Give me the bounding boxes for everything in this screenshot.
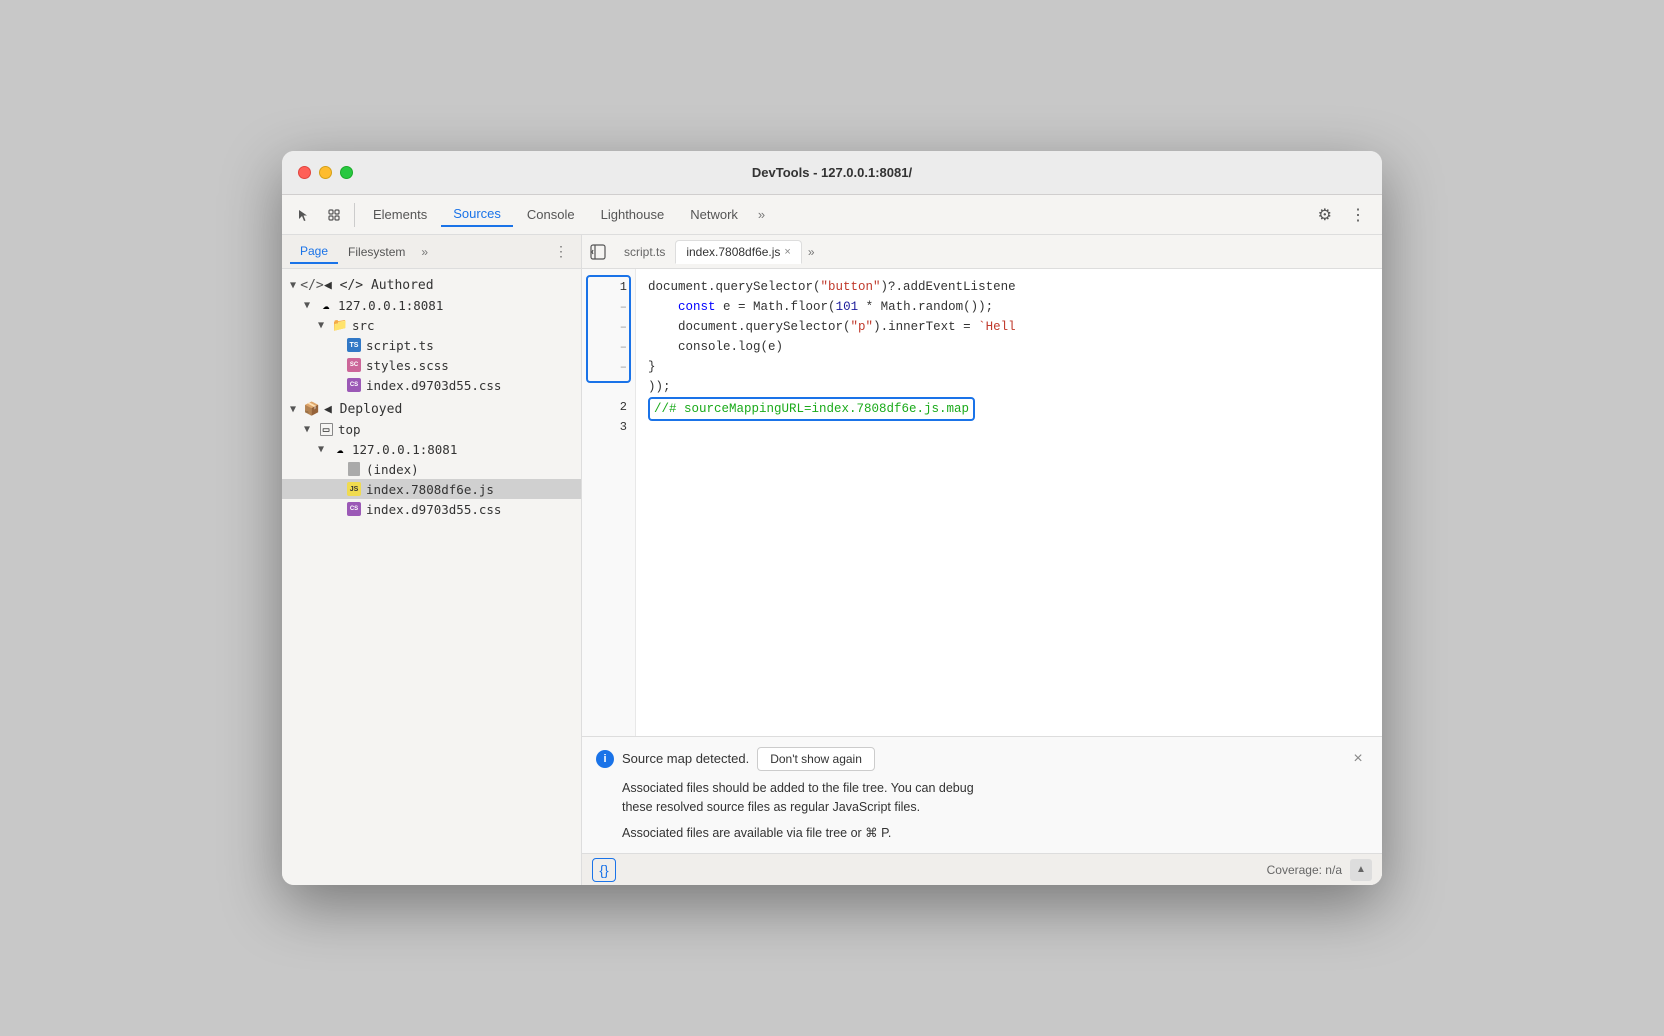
index-css-authored-label: index.d9703d55.css xyxy=(366,378,501,393)
notification-bar: i Source map detected. Don't show again … xyxy=(582,736,1382,853)
code-line-5: } xyxy=(648,357,1370,377)
notification-body-line2: these resolved source files as regular J… xyxy=(622,798,1368,817)
coverage-label: Coverage: n/a xyxy=(1267,863,1342,877)
notification-body-line1: Associated files should be added to the … xyxy=(622,779,1368,798)
dont-show-again-button[interactable]: Don't show again xyxy=(757,747,875,771)
code-line-4: console.log(e) xyxy=(648,337,1370,357)
maximize-button[interactable] xyxy=(340,166,353,179)
tab-console[interactable]: Console xyxy=(515,203,587,226)
index-html-label: (index) xyxy=(366,462,419,477)
source-map-url-line: //# sourceMappingURL=index.7808df6e.js.m… xyxy=(648,397,975,421)
code-lines: document.querySelector("button")?.addEve… xyxy=(636,269,1382,736)
inspect-icon[interactable] xyxy=(320,201,348,229)
sidebar-tab-filesystem[interactable]: Filesystem xyxy=(338,241,415,263)
file-tab-index-js-label: index.7808df6e.js xyxy=(686,245,780,259)
code-content[interactable]: 1 – – – – 2 3 document.querySelector("bu… xyxy=(582,269,1382,736)
titlebar: DevTools - 127.0.0.1:8081/ xyxy=(282,151,1382,195)
tree-item-deployed-host[interactable]: ▼ ☁ 127.0.0.1:8081 xyxy=(282,439,581,459)
tree-item-index-css-deployed[interactable]: ▶ CS index.d9703d55.css xyxy=(282,499,581,519)
bottom-bar-right: Coverage: n/a ▲ xyxy=(1267,859,1372,881)
tree-item-authored-host[interactable]: ▼ ☁ 127.0.0.1:8081 xyxy=(282,295,581,315)
settings-icon[interactable]: ⚙ xyxy=(1310,201,1340,229)
notification-close-icon[interactable]: × xyxy=(1348,749,1368,769)
code-line-3: document.querySelector("p").innerText = … xyxy=(648,317,1370,337)
file-tabs: script.ts index.7808df6e.js × » xyxy=(582,235,1382,269)
devtools-window: DevTools - 127.0.0.1:8081/ Elements Sour… xyxy=(282,151,1382,885)
line-num-2: 2 xyxy=(582,397,635,417)
toolbar-more-tabs[interactable]: » xyxy=(752,203,771,226)
bottom-bar: {} Coverage: n/a ▲ xyxy=(582,853,1382,885)
file-tabs-more[interactable]: » xyxy=(802,243,821,261)
main-layout: Page Filesystem » ⋮ ▼ </> ◀ </> Authored… xyxy=(282,235,1382,885)
file-tab-script-ts-label: script.ts xyxy=(624,245,665,259)
sidebar-tabs: Page Filesystem » ⋮ xyxy=(282,235,581,269)
deployed-label: ◀ Deployed xyxy=(324,402,402,417)
scroll-to-top-button[interactable]: ▲ xyxy=(1350,859,1372,881)
panel-toggle-icon[interactable] xyxy=(586,240,610,264)
tree-item-index-js[interactable]: ▶ JS index.7808df6e.js xyxy=(282,479,581,499)
sidebar-tree: ▼ </> ◀ </> Authored ▼ ☁ 127.0.0.1:8081 … xyxy=(282,269,581,885)
minimize-button[interactable] xyxy=(319,166,332,179)
window-title: DevTools - 127.0.0.1:8081/ xyxy=(298,165,1366,180)
tree-item-authored[interactable]: ▼ </> ◀ </> Authored xyxy=(282,275,581,295)
tree-item-deployed[interactable]: ▼ 📦 ◀ Deployed xyxy=(282,399,581,419)
top-label: top xyxy=(338,422,361,437)
file-tab-script-ts[interactable]: script.ts xyxy=(614,241,675,263)
tree-item-src[interactable]: ▼ 📁 src xyxy=(282,315,581,335)
tab-elements[interactable]: Elements xyxy=(361,203,439,226)
deployed-host-label: 127.0.0.1:8081 xyxy=(352,442,457,457)
line-num-3: 3 xyxy=(582,417,635,437)
bottom-bar-left: {} xyxy=(592,858,616,882)
code-area: 1 – – – – 2 3 document.querySelector("bu… xyxy=(582,269,1382,853)
info-icon: i xyxy=(596,750,614,768)
code-line-1: document.querySelector("button")?.addEve… xyxy=(648,277,1370,297)
toolbar-separator xyxy=(354,203,355,227)
tree-item-script-ts[interactable]: ▶ TS script.ts xyxy=(282,335,581,355)
sidebar-more-tabs[interactable]: » xyxy=(415,243,434,261)
code-line-6: )); xyxy=(648,377,1370,397)
tree-item-index-html[interactable]: ▶ (index) xyxy=(282,459,581,479)
tab-network[interactable]: Network xyxy=(678,203,750,226)
sidebar: Page Filesystem » ⋮ ▼ </> ◀ </> Authored… xyxy=(282,235,582,885)
sidebar-tab-page[interactable]: Page xyxy=(290,240,338,264)
notification-body-line3: Associated files are available via file … xyxy=(622,824,1368,843)
cursor-icon[interactable] xyxy=(290,201,318,229)
notification-body: Associated files should be added to the … xyxy=(622,779,1368,843)
tab-sources[interactable]: Sources xyxy=(441,202,513,227)
index-css-deployed-label: index.d9703d55.css xyxy=(366,502,501,517)
index-js-label: index.7808df6e.js xyxy=(366,482,494,497)
sidebar-options-icon[interactable]: ⋮ xyxy=(549,240,573,264)
code-line-2: const e = Math.floor(101 * Math.random()… xyxy=(648,297,1370,317)
main-toolbar: Elements Sources Console Lighthouse Netw… xyxy=(282,195,1382,235)
code-line-7: //# sourceMappingURL=index.7808df6e.js.m… xyxy=(648,397,1370,417)
close-button[interactable] xyxy=(298,166,311,179)
file-tab-close-icon[interactable]: × xyxy=(784,246,790,258)
script-ts-label: script.ts xyxy=(366,338,434,353)
format-button[interactable]: {} xyxy=(592,858,616,882)
tab-lighthouse[interactable]: Lighthouse xyxy=(589,203,677,226)
notification-title: Source map detected. xyxy=(622,751,749,766)
tree-item-styles-scss[interactable]: ▶ SC styles.scss xyxy=(282,355,581,375)
line-numbers-highlight-box xyxy=(586,275,631,383)
styles-scss-label: styles.scss xyxy=(366,358,449,373)
authored-host-label: 127.0.0.1:8081 xyxy=(338,298,443,313)
tree-item-index-css-authored[interactable]: ▶ CS index.d9703d55.css xyxy=(282,375,581,395)
notification-header: i Source map detected. Don't show again … xyxy=(596,747,1368,771)
line-numbers: 1 – – – – 2 3 xyxy=(582,269,636,736)
tree-item-top[interactable]: ▼ ▭ top xyxy=(282,419,581,439)
file-tab-index-js[interactable]: index.7808df6e.js × xyxy=(675,240,802,264)
authored-label: ◀ </> Authored xyxy=(324,278,434,293)
traffic-lights xyxy=(298,166,353,179)
code-panel: script.ts index.7808df6e.js × » 1 – – xyxy=(582,235,1382,885)
more-options-icon[interactable]: ⋮ xyxy=(1342,201,1374,229)
src-label: src xyxy=(352,318,375,333)
